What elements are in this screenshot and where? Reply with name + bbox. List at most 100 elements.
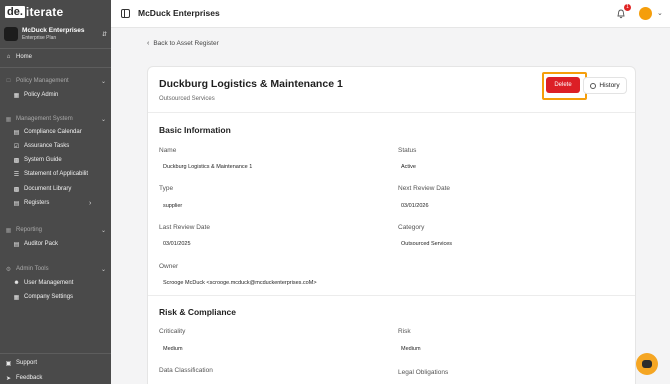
sidebar-toggle-icon[interactable]: [121, 9, 130, 18]
sidebar-divider: [0, 48, 111, 49]
chevron-down-icon: ⌄: [100, 78, 106, 85]
avatar[interactable]: [639, 7, 652, 20]
sidebar-item-label: User Management: [24, 280, 74, 286]
sidebar-item-statement-of-applicability[interactable]: ☰ Statement of Applicabilit: [13, 169, 88, 179]
sidebar-divider: [0, 353, 111, 354]
field-label-name: Name: [159, 147, 177, 154]
history-button[interactable]: History: [583, 77, 627, 94]
register-icon: ▤: [13, 200, 20, 207]
sidebar-item-label: Support: [16, 360, 38, 366]
top-bar: McDuck Enterprises 1 ⌄: [111, 0, 670, 28]
page-title: Duckburg Logistics & Maintenance 1: [159, 78, 343, 90]
chevron-updown-icon: ⇵: [101, 31, 107, 38]
section-policy-management[interactable]: □ Policy Management ⌄: [5, 76, 106, 86]
field-value-criticality: Medium: [163, 346, 183, 352]
tools-icon: ⚙: [5, 266, 12, 273]
field-value-next-review: 03/01/2026: [401, 203, 429, 209]
field-label-last-review: Last Review Date: [159, 224, 210, 231]
field-value-owner: Scrooge McDuck <scrooge.mcduck@mcduckent…: [163, 280, 317, 286]
folder-icon: ▩: [13, 186, 20, 193]
section-label: Management System: [16, 116, 73, 122]
support-icon: ▣: [5, 360, 12, 367]
document-icon: □: [6, 78, 11, 84]
chevron-down-icon[interactable]: ⌄: [657, 9, 663, 17]
page-org-title: McDuck Enterprises: [138, 8, 220, 18]
section-title-basic: Basic Information: [159, 125, 231, 135]
sidebar-item-policy-admin[interactable]: ▦ Policy Admin: [13, 90, 59, 100]
back-link-label: Back to Asset Register: [153, 40, 219, 47]
section-management-system[interactable]: ▦ Management System ⌄: [5, 114, 106, 124]
send-icon: ➤: [5, 375, 12, 382]
book-icon: ▩: [13, 157, 20, 164]
sidebar-item-label: Home: [16, 54, 33, 60]
card-divider: [148, 112, 635, 113]
tasks-icon: ☑: [13, 143, 20, 150]
field-value-risk: Medium: [401, 346, 421, 352]
field-label-status: Status: [398, 147, 417, 154]
sidebar-item-label: Document Library: [24, 186, 72, 192]
org-switcher[interactable]: McDuck Enterprises Enterprise Plan ⇵: [4, 25, 107, 43]
sidebar-item-label: Policy Admin: [24, 92, 59, 98]
logo-text: iterate: [25, 5, 64, 19]
sidebar-item-support[interactable]: ▣ Support: [5, 358, 37, 368]
history-icon: [590, 82, 597, 89]
section-reporting[interactable]: ▦ Reporting ⌄: [5, 225, 106, 235]
sidebar-item-label: System Guide: [24, 157, 62, 163]
sidebar-item-auditor-pack[interactable]: ▤ Auditor Pack: [13, 239, 58, 249]
field-label-category: Category: [398, 224, 425, 231]
sidebar-item-feedback[interactable]: ➤ Feedback: [5, 373, 42, 383]
chevron-down-icon: ⌄: [100, 116, 106, 123]
field-label-legal-obligations: Legal Obligations: [398, 369, 449, 376]
chevron-right-icon: ›: [89, 200, 92, 207]
section-title-risk: Risk & Compliance: [159, 307, 236, 317]
card-divider: [148, 295, 635, 296]
sidebar-item-document-library[interactable]: ▩ Document Library: [13, 184, 72, 194]
delete-button[interactable]: Delete: [546, 77, 580, 93]
org-name: McDuck Enterprises: [22, 27, 85, 34]
notification-badge: 1: [624, 4, 631, 11]
sidebar-item-label: Statement of Applicabilit: [24, 171, 89, 177]
org-avatar: [4, 27, 18, 41]
users-icon: ☻: [13, 280, 20, 286]
sidebar-item-user-management[interactable]: ☻ User Management: [13, 278, 73, 288]
brand-logo[interactable]: de. iterate: [5, 5, 63, 19]
history-button-label: History: [599, 82, 620, 89]
bell-icon[interactable]: [616, 9, 626, 19]
field-label-owner: Owner: [159, 263, 179, 270]
sidebar-item-system-guide[interactable]: ▩ System Guide: [13, 155, 62, 165]
sidebar-item-label: Feedback: [16, 375, 43, 381]
sidebar-item-registers[interactable]: ▤ Registers: [13, 198, 50, 208]
chat-button[interactable]: [636, 353, 658, 375]
logo-mark: de.: [5, 6, 25, 18]
field-label-risk: Risk: [398, 328, 411, 335]
asset-detail-card: Duckburg Logistics & Maintenance 1 Outso…: [147, 66, 636, 384]
sidebar-item-home[interactable]: ⌂ Home: [5, 52, 32, 62]
section-admin-tools[interactable]: ⚙ Admin Tools ⌄: [5, 264, 106, 274]
page-subtitle: Outsourced Services: [159, 96, 215, 102]
sidebar-item-label: Compliance Calendar: [24, 129, 82, 135]
chevron-down-icon: ⌄: [100, 227, 106, 234]
field-value-last-review: 03/01/2025: [163, 241, 191, 247]
field-value-name: Duckburg Logistics & Maintenance 1: [163, 164, 253, 170]
org-plan: Enterprise Plan: [22, 35, 57, 41]
back-link[interactable]: ‹ Back to Asset Register: [147, 40, 219, 47]
field-label-criticality: Criticality: [159, 328, 186, 335]
sidebar: de. iterate McDuck Enterprises Enterpris…: [0, 0, 111, 384]
sidebar-item-compliance-calendar[interactable]: ▤ Compliance Calendar: [13, 127, 82, 137]
calendar-icon: ▤: [13, 129, 20, 136]
field-value-type: supplier: [163, 203, 183, 209]
sidebar-item-label: Auditor Pack: [24, 241, 59, 247]
chat-bubble-icon: [642, 360, 652, 368]
field-label-next-review: Next Review Date: [398, 185, 451, 192]
sidebar-item-label: Registers: [24, 200, 50, 206]
list-icon: ☰: [13, 171, 20, 178]
sidebar-item-label: Company Settings: [24, 294, 74, 300]
section-label: Reporting: [16, 227, 43, 233]
file-icon: ▦: [13, 92, 20, 99]
sidebar-item-company-settings[interactable]: ▦ Company Settings: [13, 292, 73, 302]
section-label: Admin Tools: [16, 266, 49, 272]
sidebar-divider: [0, 67, 111, 68]
field-value-status: Active: [401, 164, 416, 170]
sidebar-item-assurance-tasks[interactable]: ☑ Assurance Tasks: [13, 141, 69, 151]
chevron-down-icon: ⌄: [100, 266, 106, 273]
